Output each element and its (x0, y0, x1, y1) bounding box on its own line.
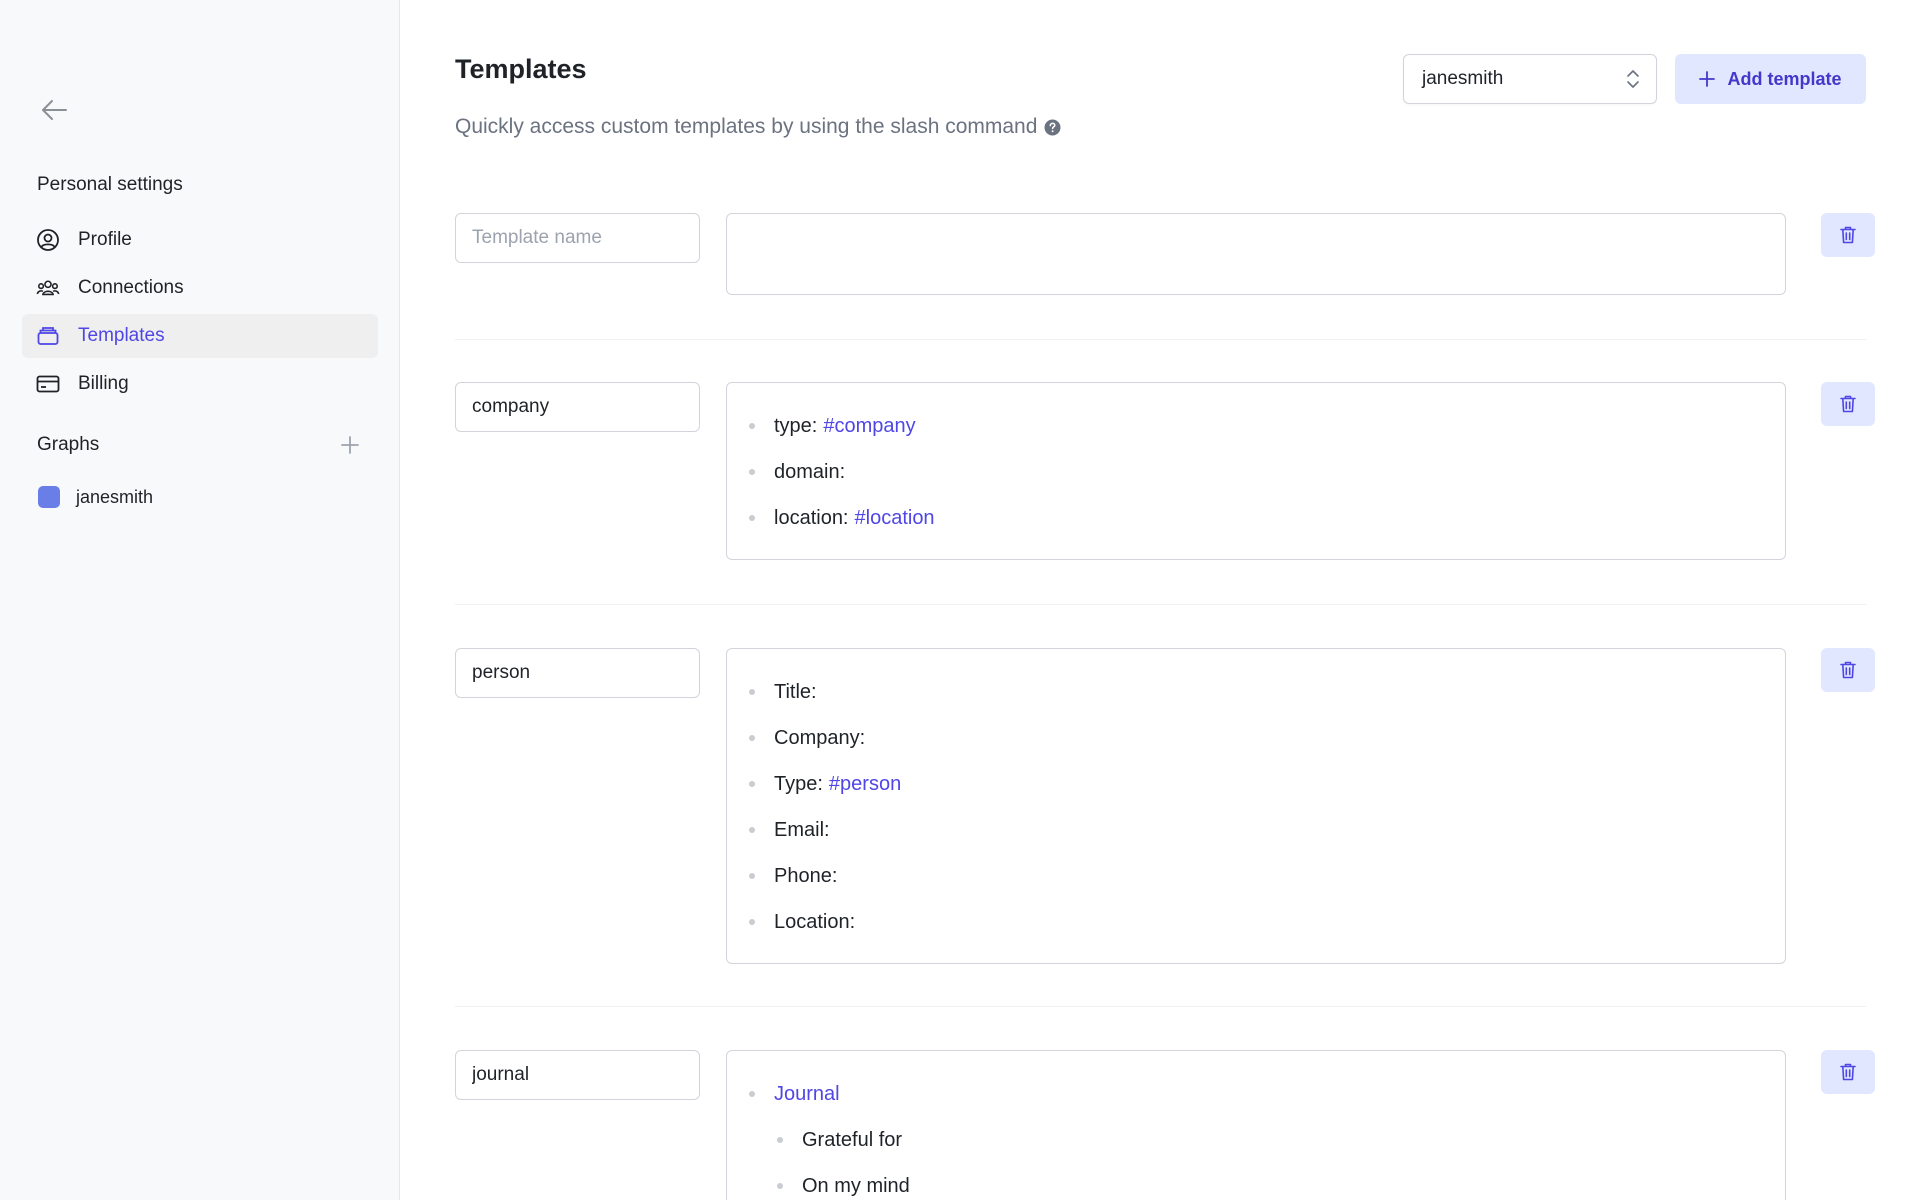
question-circle-icon[interactable] (1044, 119, 1061, 136)
trash-icon (1840, 226, 1856, 244)
graph-select-value: janesmith (1422, 68, 1504, 89)
nav-item-billing[interactable]: Billing (22, 362, 378, 406)
list-item: type: #company (747, 403, 1765, 449)
delete-template-button[interactable] (1821, 1050, 1875, 1094)
plus-icon (1699, 71, 1716, 87)
nav-label-templates: Templates (78, 325, 165, 346)
plus-icon (341, 436, 359, 454)
hashtag-link[interactable]: #person (829, 773, 901, 796)
hashtag-link[interactable]: #location (855, 507, 935, 530)
graph-item-label: janesmith (76, 486, 154, 507)
bullet-dot (749, 423, 755, 429)
trash-icon (1840, 661, 1856, 679)
list-item: Location: (747, 899, 1765, 945)
template-name-input[interactable] (455, 648, 700, 698)
stack-icon (36, 324, 60, 348)
line-text: Location: (774, 910, 856, 933)
list-item: Title: (747, 669, 1765, 715)
template-name-input[interactable] (455, 1050, 700, 1100)
graph-item-janesmith[interactable]: janesmith (38, 486, 153, 508)
bullet-dot (749, 735, 755, 741)
divider (455, 339, 1866, 340)
bullet-dot (749, 1091, 755, 1097)
delete-template-button[interactable] (1821, 648, 1875, 692)
arrow-left-icon (42, 100, 67, 120)
divider (455, 1006, 1866, 1007)
graphs-heading: Graphs (37, 434, 100, 455)
nav-item-connections[interactable]: Connections (22, 266, 378, 310)
page-subtitle: Quickly access custom templates by using… (455, 115, 1061, 139)
bullet-dot (749, 873, 755, 879)
line-text: Phone: (774, 864, 838, 887)
line-text: Company: (774, 726, 866, 749)
add-template-label: Add template (1727, 68, 1842, 89)
bullet-dot (749, 827, 755, 833)
delete-template-button[interactable] (1821, 382, 1875, 426)
template-name-input[interactable] (455, 382, 700, 432)
add-template-button[interactable]: Add template (1675, 54, 1866, 104)
bullet-dot (749, 689, 755, 695)
list-item: Company: (747, 715, 1765, 761)
list-item: Phone: (747, 853, 1765, 899)
credit-card-icon (36, 372, 60, 396)
list-item: Journal (747, 1071, 1765, 1117)
settings-sidebar: Personal settings Profile Connections Te… (0, 0, 400, 1200)
subtitle-text: Quickly access custom templates by using… (455, 115, 1038, 138)
nav-label-connections: Connections (78, 277, 184, 298)
graphs-header: Graphs (37, 432, 363, 458)
line-text: Grateful for (802, 1128, 903, 1151)
line-text: Type: (774, 772, 823, 795)
nav-label-profile: Profile (78, 229, 132, 250)
list-item: Grateful for (747, 1117, 1765, 1163)
bullet-dot (777, 1183, 783, 1189)
template-body-editor[interactable]: type: #company domain: location: #location (726, 382, 1786, 560)
user-circle-icon (36, 228, 60, 252)
template-name-input[interactable] (455, 213, 700, 263)
line-text: Title: (774, 680, 817, 703)
page-link[interactable]: Journal (774, 1083, 840, 1106)
list-item: location: #location (747, 495, 1765, 541)
templates-main: Templates Quickly access custom template… (400, 0, 1920, 1200)
template-body-editor[interactable]: Journal Grateful for On my mind (726, 1050, 1786, 1200)
bullet-dot (749, 781, 755, 787)
bullet-dot (749, 515, 755, 521)
bullet-dot (749, 469, 755, 475)
graph-select[interactable]: janesmith (1403, 54, 1657, 104)
line-text: Email: (774, 818, 830, 841)
line-text: domain: (774, 460, 846, 483)
users-icon (36, 276, 60, 300)
divider (455, 604, 1866, 605)
bullet-dot (777, 1137, 783, 1143)
list-item: Email: (747, 807, 1765, 853)
line-text: type: (774, 414, 818, 437)
graph-color-swatch (38, 486, 60, 508)
nav-label-billing: Billing (78, 373, 129, 394)
list-item: Type: #person (747, 761, 1765, 807)
delete-template-button[interactable] (1821, 213, 1875, 257)
nav-item-templates[interactable]: Templates (22, 314, 378, 358)
line-text: On my mind (802, 1174, 910, 1197)
chevron-up-down-icon (1627, 70, 1639, 88)
template-body-editor[interactable] (726, 213, 1786, 295)
back-button[interactable] (36, 92, 72, 128)
add-graph-button[interactable] (337, 432, 363, 458)
hashtag-link[interactable]: #company (823, 415, 915, 438)
page-title: Templates (455, 54, 587, 84)
line-text: location: (774, 506, 849, 529)
personal-settings-heading: Personal settings (37, 174, 183, 195)
app-root: Personal settings Profile Connections Te… (0, 0, 1920, 1200)
nav-item-profile[interactable]: Profile (22, 218, 378, 262)
settings-nav: Profile Connections Templates Billing (22, 218, 378, 410)
trash-icon (1840, 1063, 1856, 1081)
bullet-dot (749, 919, 755, 925)
list-item: On my mind (747, 1163, 1765, 1200)
list-item: domain: (747, 449, 1765, 495)
trash-icon (1840, 395, 1856, 413)
template-body-editor[interactable]: Title: Company: Type: #person Email: Phon… (726, 648, 1786, 964)
